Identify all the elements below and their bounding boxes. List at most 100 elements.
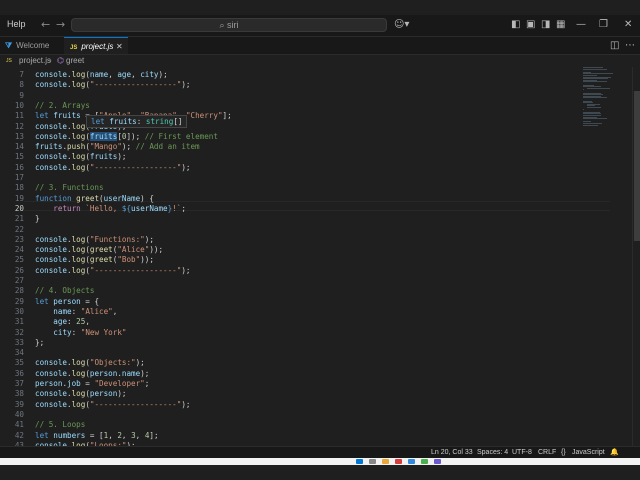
taskbar-app-icon[interactable] bbox=[395, 459, 402, 464]
close-icon[interactable]: ✕ bbox=[624, 19, 632, 31]
js-file-icon: JS bbox=[70, 45, 78, 51]
code-line[interactable]: // 2. Arrays bbox=[35, 101, 90, 111]
line-number: 8 bbox=[19, 80, 24, 90]
restore-icon[interactable]: ❐ bbox=[599, 19, 608, 31]
tab-close-icon[interactable]: ✕ bbox=[116, 38, 123, 55]
taskbar-app3-icon[interactable] bbox=[434, 459, 441, 464]
type-hover-tooltip: let fruits: string[] bbox=[86, 115, 188, 128]
copilot-icon[interactable]: ☺▾ bbox=[394, 19, 409, 31]
code-line[interactable]: name: "Alice", bbox=[35, 307, 117, 317]
line-number: 14 bbox=[14, 142, 24, 152]
line-number: 38 bbox=[14, 389, 24, 399]
code-line[interactable]: console.log(name, age, city); bbox=[35, 70, 168, 80]
more-actions-icon[interactable]: ⋯ bbox=[625, 40, 635, 51]
status-encoding[interactable]: UTF-8 bbox=[512, 447, 532, 458]
line-number: 37 bbox=[14, 379, 24, 388]
command-center-search[interactable]: ⌕ siri bbox=[71, 18, 387, 32]
tab-project-js-label: project.js bbox=[81, 42, 114, 51]
taskbar-explorer-icon[interactable] bbox=[382, 459, 389, 464]
code-line[interactable]: age: 25, bbox=[35, 317, 90, 327]
minimap-line bbox=[583, 68, 607, 70]
line-number: 39 bbox=[14, 399, 24, 409]
minimize-icon[interactable]: — bbox=[576, 19, 586, 31]
code-line[interactable]: } bbox=[35, 214, 40, 224]
minimap-line bbox=[583, 124, 599, 126]
back-arrow-icon[interactable]: ← bbox=[41, 18, 50, 31]
toggle-secondary-sidebar-icon[interactable]: ◨ bbox=[541, 19, 550, 31]
status-position[interactable]: Ln 20, Col 33 bbox=[431, 447, 473, 458]
code-line[interactable]: console.log("Objects:"); bbox=[35, 358, 145, 368]
code-line[interactable]: let numbers = [1, 2, 3, 4]; bbox=[35, 431, 159, 441]
tab-welcome[interactable]: ⧩ Welcome bbox=[0, 37, 64, 54]
code-line[interactable]: console.log(person.name); bbox=[35, 369, 149, 379]
code-line[interactable]: console.log("------------------"); bbox=[35, 80, 190, 90]
breadcrumb: JS project.js › ⌬ greet bbox=[0, 55, 640, 67]
status-indentation[interactable]: Spaces: 4 bbox=[477, 447, 508, 458]
breadcrumb-file[interactable]: project.js bbox=[19, 55, 51, 67]
menu-help[interactable]: Help bbox=[7, 19, 26, 29]
line-number: 19 bbox=[14, 193, 24, 203]
code-line[interactable]: console.log(greet("Alice")); bbox=[35, 245, 163, 255]
code-line[interactable]: // 4. Objects bbox=[35, 286, 94, 296]
taskbar-app2-icon[interactable] bbox=[421, 459, 428, 464]
taskbar-search-icon[interactable] bbox=[369, 459, 376, 464]
code-line[interactable]: console.log(person); bbox=[35, 389, 126, 399]
status-language[interactable]: JavaScript bbox=[572, 447, 605, 458]
chevron-right-icon: › bbox=[49, 56, 52, 65]
code-line[interactable]: // 5. Loops bbox=[35, 420, 85, 430]
vertical-scrollbar[interactable] bbox=[632, 67, 640, 446]
line-number: 18 bbox=[14, 183, 24, 193]
toggle-primary-sidebar-icon[interactable]: ◧ bbox=[511, 19, 520, 31]
scrollbar-thumb[interactable] bbox=[634, 91, 640, 241]
code-line[interactable]: function greet(userName) { bbox=[35, 194, 154, 204]
line-number: 34 bbox=[14, 348, 24, 358]
editor-tabs: ⧩ Welcome JS project.js ✕ ◫ ⋯ bbox=[0, 37, 640, 55]
customize-layout-icon[interactable]: ▦ bbox=[556, 19, 565, 31]
line-number: 26 bbox=[14, 265, 24, 275]
code-line[interactable]: }; bbox=[35, 338, 44, 348]
taskbar-vscode-icon[interactable] bbox=[408, 459, 415, 464]
line-number: 41 bbox=[14, 420, 24, 430]
status-eol[interactable]: CRLF bbox=[538, 447, 556, 458]
code-line[interactable]: console.log("Functions:"); bbox=[35, 235, 154, 245]
split-editor-icon[interactable]: ◫ bbox=[610, 40, 619, 51]
title-bar: Help ← → ⌕ siri ☺▾ ◧ ▣ ◨ ▦ — ❐ ✕ bbox=[0, 15, 640, 37]
code-line[interactable]: // 3. Functions bbox=[35, 183, 104, 193]
taskbar-start-icon[interactable] bbox=[356, 459, 363, 464]
minimap[interactable] bbox=[583, 67, 623, 127]
code-line[interactable]: fruits.push("Mango"); // Add an item bbox=[35, 142, 200, 152]
minimap-line bbox=[583, 118, 607, 120]
code-editor[interactable]: 7 8 9 10 11 12 13 14 15 16 17 18 19 20 21 22 23 24 25 26 27 2… bbox=[0, 67, 640, 446]
line-number: 30 bbox=[14, 306, 24, 316]
breadcrumb-symbol[interactable]: greet bbox=[66, 55, 84, 67]
code-line[interactable]: person.job = "Developer"; bbox=[35, 379, 149, 389]
code-line[interactable]: console.log(fruits[0]); // First element bbox=[35, 131, 218, 142]
line-number: 12 bbox=[14, 121, 24, 131]
notifications-bell-icon[interactable]: 🔔 bbox=[610, 447, 619, 458]
search-text: siri bbox=[227, 20, 239, 30]
line-number: 29 bbox=[14, 296, 24, 306]
code-line[interactable]: return `Hello, ${userName}!`; bbox=[35, 204, 186, 214]
minimap-line bbox=[587, 87, 611, 89]
code-line[interactable]: console.log(greet("Bob")); bbox=[35, 255, 154, 265]
line-number: 15 bbox=[14, 152, 24, 162]
minimap-line bbox=[583, 81, 607, 83]
minimap-line bbox=[587, 107, 601, 108]
minimap-line bbox=[583, 108, 585, 110]
code-line[interactable]: let person = { bbox=[35, 297, 99, 307]
line-number: 22 bbox=[14, 224, 24, 234]
code-line[interactable]: console.log("------------------"); bbox=[35, 266, 190, 276]
code-line[interactable]: console.log("------------------"); bbox=[35, 400, 190, 410]
line-number: 31 bbox=[14, 317, 24, 327]
line-number: 36 bbox=[14, 368, 24, 378]
line-number: 23 bbox=[14, 234, 24, 244]
toggle-panel-icon[interactable]: ▣ bbox=[526, 19, 535, 31]
forward-arrow-icon[interactable]: → bbox=[56, 18, 65, 31]
tab-project-js[interactable]: JS project.js ✕ bbox=[64, 37, 128, 54]
code-line[interactable]: city: "New York" bbox=[35, 328, 126, 338]
code-line[interactable]: console.log(fruits); bbox=[35, 152, 126, 162]
vscode-window: Help ← → ⌕ siri ☺▾ ◧ ▣ ◨ ▦ — ❐ ✕ ⧩ Welcom… bbox=[0, 0, 640, 480]
code-line[interactable]: console.log("------------------"); bbox=[35, 163, 190, 173]
minimap-line bbox=[583, 97, 607, 99]
line-number: 28 bbox=[14, 286, 24, 296]
